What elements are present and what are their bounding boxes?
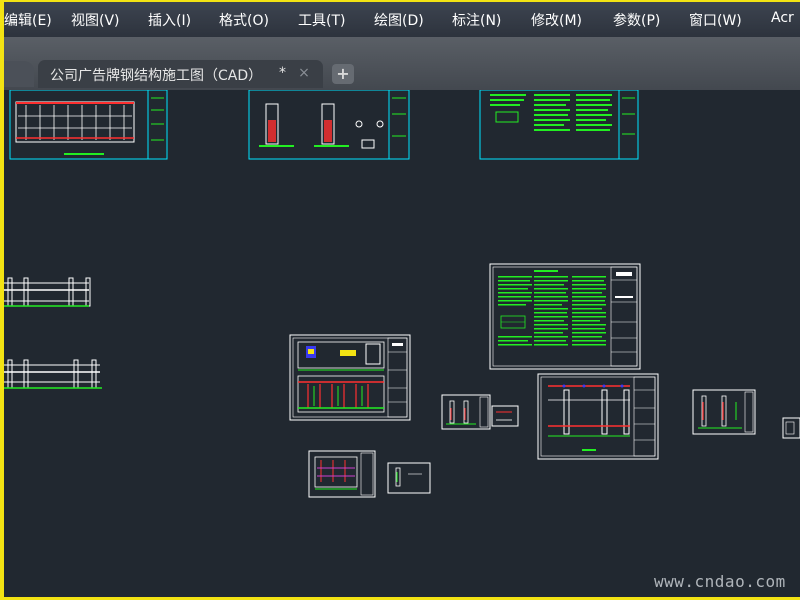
drawing-canvas[interactable] [4, 90, 800, 597]
sheet-elevation-top[interactable] [9, 90, 168, 160]
sheet-general-notes[interactable] [489, 263, 641, 370]
menu-dimension[interactable]: 标注(N) [452, 10, 501, 30]
menu-view[interactable]: 视图(V) [71, 10, 120, 30]
sheet-anchor-detail[interactable] [387, 462, 431, 494]
file-tab-bar: 公司广告牌钢结构施工图（CAD） * × + [4, 37, 800, 90]
sheet-foundation-plan[interactable] [308, 450, 376, 498]
document-tab[interactable]: 公司广告牌钢结构施工图（CAD） * × [38, 60, 323, 88]
close-icon[interactable]: × [296, 64, 312, 82]
cad-drawing [4, 90, 800, 498]
menu-bar: 编辑(E) 视图(V) 插入(I) 格式(O) 工具(T) 绘图(D) 标注(N… [4, 2, 800, 37]
menu-modify[interactable]: 修改(M) [531, 10, 582, 30]
watermark: www.cndao.com [654, 572, 786, 591]
new-tab-button[interactable]: + [332, 64, 354, 84]
sheet-detail-small-2[interactable] [491, 405, 519, 427]
sheet-notes-top[interactable] [479, 90, 639, 160]
document-tab-label: 公司广告牌钢结构施工图（CAD） [50, 68, 263, 84]
menu-parameters[interactable]: 参数(P) [613, 10, 660, 30]
sheet-billboard-elevation[interactable] [289, 334, 411, 421]
sheet-section-top[interactable] [248, 90, 410, 160]
menu-edit[interactable]: 编辑(E) [4, 10, 52, 30]
railing-elevation-lower[interactable] [4, 359, 102, 389]
previous-tab[interactable] [4, 61, 34, 87]
menu-insert[interactable]: 插入(I) [148, 10, 191, 30]
menu-acrobat[interactable]: Acr [771, 10, 794, 26]
menu-draw[interactable]: 绘图(D) [374, 10, 424, 30]
menu-window[interactable]: 窗口(W) [689, 10, 742, 30]
app-frame: 编辑(E) 视图(V) 插入(I) 格式(O) 工具(T) 绘图(D) 标注(N… [0, 0, 800, 600]
sheet-detail-small-1[interactable] [441, 394, 491, 430]
sheet-column-detail[interactable] [692, 389, 756, 435]
menu-format[interactable]: 格式(O) [219, 10, 269, 30]
railing-elevation-upper[interactable] [4, 277, 91, 307]
sheet-steel-frame[interactable] [537, 373, 659, 460]
modified-indicator: * [279, 65, 286, 81]
menu-tools[interactable]: 工具(T) [298, 10, 345, 30]
sheet-edge-fragment[interactable] [782, 417, 800, 439]
